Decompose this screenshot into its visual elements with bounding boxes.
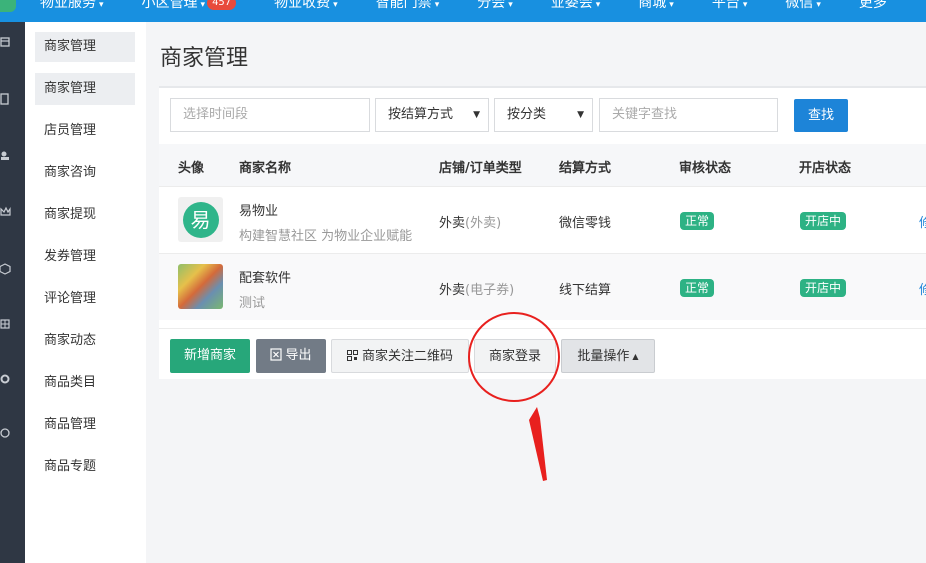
avatar xyxy=(178,264,223,309)
table-row: 配套软件 测试 外卖(电子券) 线下结算 正常 开店中 修 xyxy=(159,253,926,320)
sidebar-item-topic[interactable]: 商品专题 xyxy=(35,451,135,483)
qrcode-button[interactable]: 商家关注二维码 xyxy=(331,339,469,373)
chevron-down-icon: ▾ xyxy=(669,0,674,10)
nav-item-branch[interactable]: 分会 ▾ xyxy=(477,0,513,12)
top-nav: 物业服务 ▾ 小区管理 ▾ 457 物业收费 ▾ 智能门禁 ▾ 分会 ▾ 业委会 ▾ 商城 ▾ … xyxy=(40,0,925,12)
settle-method: 线下结算 xyxy=(559,283,612,298)
page-title: 商家管理 xyxy=(160,46,249,71)
dropdown-arrow-icon: ▼ xyxy=(577,110,584,120)
store-icon[interactable] xyxy=(0,36,12,48)
chevron-down-icon: ▾ xyxy=(595,0,601,10)
qrcode-icon xyxy=(346,350,358,361)
chevron-down-icon: ▾ xyxy=(742,0,748,10)
sidebar-item-staff[interactable]: 店员管理 xyxy=(35,115,135,147)
search-button[interactable]: 查找 xyxy=(794,99,848,132)
merchant-desc: 构建智慧社区 为物业企业赋能 xyxy=(239,229,413,244)
sidebar-item-category[interactable]: 商品类目 xyxy=(35,367,135,399)
batch-actions-button[interactable]: 批量操作 ▲ xyxy=(561,339,655,373)
nav-item-community[interactable]: 小区管理 ▾ 457 xyxy=(142,0,237,12)
nav-item-committee[interactable]: 业委会 ▾ xyxy=(551,0,601,12)
users-icon[interactable] xyxy=(0,150,12,162)
keyword-search-input[interactable]: 关键字查找 xyxy=(599,98,778,132)
nav-item-platform[interactable]: 平台 ▾ xyxy=(712,0,748,12)
chevron-down-icon: ▾ xyxy=(99,0,104,10)
edit-link[interactable]: 修 xyxy=(919,279,926,298)
avatar: 易 xyxy=(178,197,223,242)
col-avatar: 头像 xyxy=(178,161,205,176)
nav-item-access[interactable]: 智能门禁 ▾ xyxy=(376,0,440,12)
add-merchant-button[interactable]: 新增商家 xyxy=(170,339,250,373)
chevron-down-icon: ▾ xyxy=(333,0,338,10)
cube-icon[interactable] xyxy=(0,263,12,275)
export-button[interactable]: 导出 xyxy=(256,339,326,373)
sidebar-item-merchant-manage[interactable]: 商家管理 xyxy=(35,73,135,105)
settle-method-select[interactable]: 按结算方式 ▼ xyxy=(375,98,489,132)
app-logo[interactable] xyxy=(0,0,16,12)
chevron-down-icon: ▾ xyxy=(508,0,513,10)
top-navbar: 物业服务 ▾ 小区管理 ▾ 457 物业收费 ▾ 智能门禁 ▾ 分会 ▾ 业委会 ▾ 商城 ▾ … xyxy=(0,0,926,22)
chevron-down-icon: ▾ xyxy=(434,0,440,10)
sidebar-item-comments[interactable]: 评论管理 xyxy=(35,283,135,315)
grid-icon[interactable] xyxy=(0,319,12,331)
open-status-badge: 开店中 xyxy=(800,212,847,230)
col-settle: 结算方式 xyxy=(559,161,612,176)
audit-status-badge: 正常 xyxy=(680,212,715,230)
merchant-name: 配套软件 xyxy=(239,271,292,286)
sidebar-title: 商家管理 xyxy=(35,32,135,62)
action-bar: 新增商家 导出 商家关注二维码 商家登录 批量操作 ▲ xyxy=(159,328,926,381)
sidebar-item-coupon[interactable]: 发券管理 xyxy=(35,241,135,273)
dropdown-arrow-icon: ▼ xyxy=(473,110,480,120)
nav-item-wechat[interactable]: 微信 ▾ xyxy=(785,0,821,12)
sidebar-item-withdraw[interactable]: 商家提现 xyxy=(35,199,135,231)
order-type: 外卖(电子券) xyxy=(439,283,515,298)
merchant-login-button[interactable]: 商家登录 xyxy=(474,339,556,373)
chat-icon[interactable] xyxy=(0,427,12,439)
time-range-input[interactable]: 选择时间段 xyxy=(170,98,370,132)
icon-rail xyxy=(0,22,25,563)
crown-icon[interactable] xyxy=(0,206,12,218)
chevron-down-icon: ▾ xyxy=(816,0,821,10)
gear-icon[interactable] xyxy=(0,373,12,385)
nav-item-more[interactable]: 更多 xyxy=(859,0,887,12)
sidebar: 商家管理 商家管理 店员管理 商家咨询 商家提现 发券管理 评论管理 商家动态 … xyxy=(25,22,146,563)
excel-icon xyxy=(270,348,283,361)
settle-method: 微信零钱 xyxy=(559,216,612,231)
open-status-badge: 开店中 xyxy=(800,279,847,297)
edit-link[interactable]: 修 xyxy=(919,212,926,231)
sidebar-item-goods[interactable]: 商品管理 xyxy=(35,409,135,441)
nav-item-mall[interactable]: 商城 ▾ xyxy=(638,0,674,12)
chevron-down-icon: ▾ xyxy=(200,0,206,10)
col-type: 店铺/订单类型 xyxy=(439,161,522,176)
category-select[interactable]: 按分类 ▼ xyxy=(494,98,593,132)
merchant-desc: 测试 xyxy=(239,296,266,311)
sidebar-item-news[interactable]: 商家动态 xyxy=(35,325,135,357)
caret-up-icon: ▲ xyxy=(632,352,639,361)
annotation-arrow xyxy=(529,407,547,481)
merchant-panel: 选择时间段 按结算方式 ▼ 按分类 ▼ 关键字查找 查找 头像 商家名称 店铺/订单… xyxy=(159,86,926,379)
notification-badge: 457 xyxy=(207,0,237,10)
document-icon[interactable] xyxy=(0,93,12,107)
nav-item-property-service[interactable]: 物业服务 ▾ xyxy=(40,0,104,12)
col-name: 商家名称 xyxy=(239,161,292,176)
order-type: 外卖(外卖) xyxy=(439,216,502,231)
nav-item-fees[interactable]: 物业收费 ▾ xyxy=(274,0,338,12)
col-open: 开店状态 xyxy=(799,161,852,176)
audit-status-badge: 正常 xyxy=(680,279,715,297)
table-header: 头像 商家名称 店铺/订单类型 结算方式 审核状态 开店状态 xyxy=(159,144,926,186)
col-audit: 审核状态 xyxy=(679,161,732,176)
merchant-name: 易物业 xyxy=(239,204,279,219)
sidebar-item-consult[interactable]: 商家咨询 xyxy=(35,157,135,189)
table-row: 易 易物业 构建智慧社区 为物业企业赋能 外卖(外卖) 微信零钱 正常 开店中 … xyxy=(159,186,926,253)
